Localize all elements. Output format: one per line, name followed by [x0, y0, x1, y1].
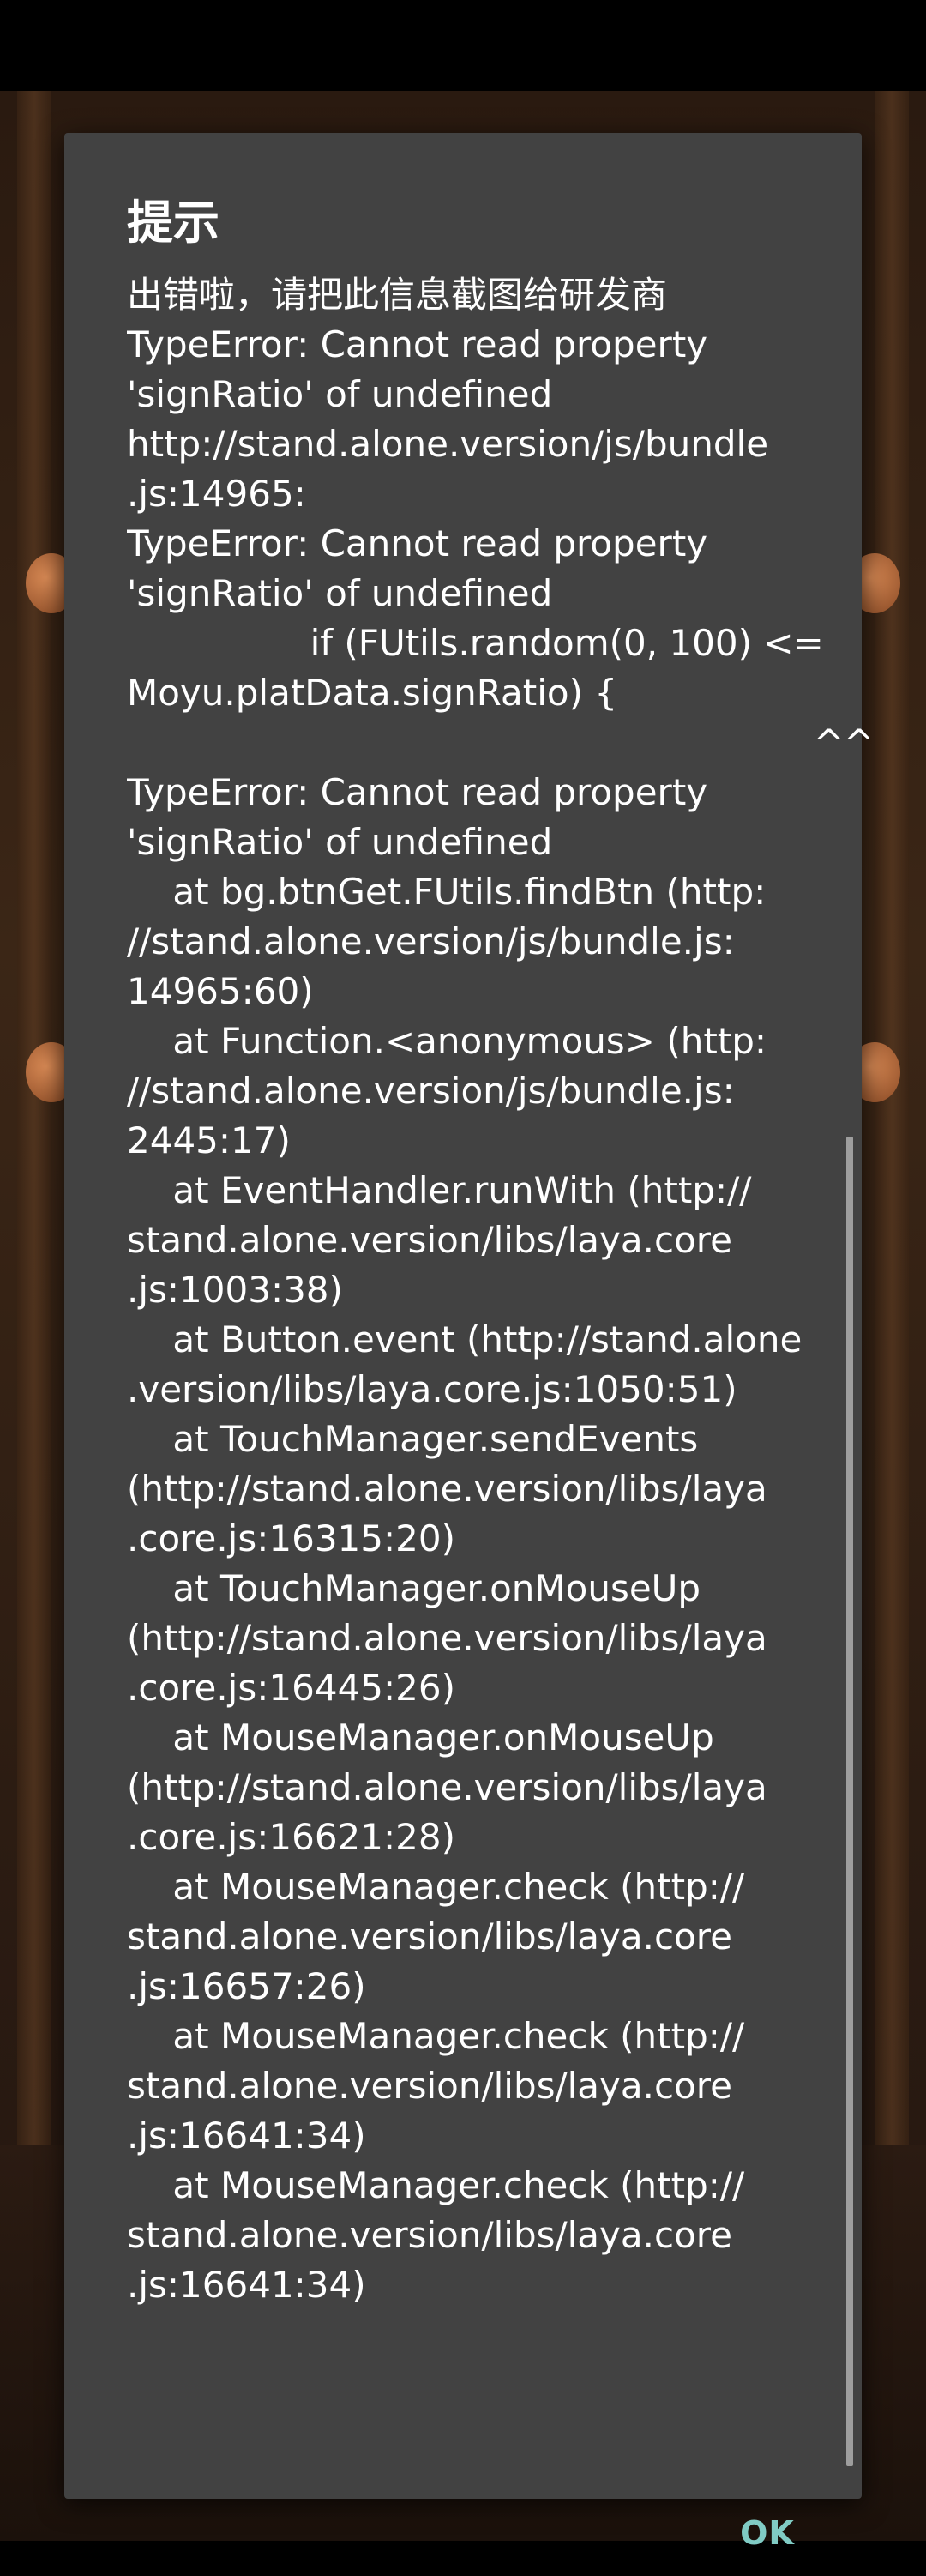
- dialog-message[interactable]: 出错啦，请把此信息截图给研发商 TypeError: Cannot read p…: [127, 270, 869, 2466]
- status-bar: [0, 0, 926, 91]
- dialog-title: 提示: [127, 196, 219, 250]
- error-dialog: 提示 出错啦，请把此信息截图给研发商 TypeError: Cannot rea…: [64, 133, 869, 2552]
- ok-button[interactable]: OK: [699, 2490, 836, 2576]
- dialog-scrollbar[interactable]: [846, 1137, 853, 2466]
